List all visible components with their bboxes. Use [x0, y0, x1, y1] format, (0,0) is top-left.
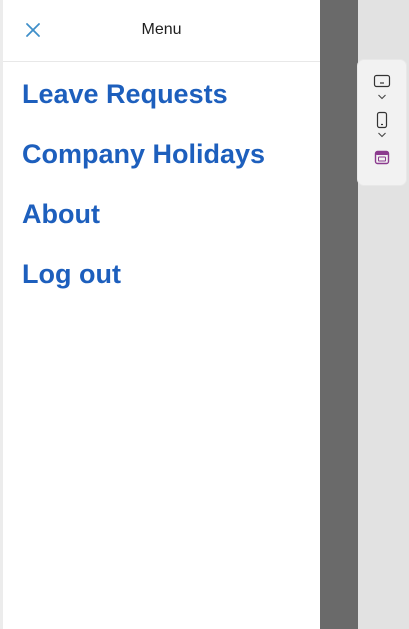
calendar-app-button[interactable]	[370, 148, 394, 168]
drawer-header: Menu	[3, 0, 320, 62]
menu-title: Menu	[141, 21, 182, 38]
backdrop-overlay[interactable]	[320, 0, 358, 629]
desktop-view-icon	[373, 74, 391, 100]
mobile-view-icon	[376, 111, 388, 138]
chevron-down-icon	[378, 94, 386, 100]
navigation-drawer: Menu Leave Requests Company Holidays Abo…	[0, 0, 320, 629]
menu-item-company-holidays[interactable]: Company Holidays	[22, 134, 265, 194]
menu-item-log-out[interactable]: Log out	[22, 254, 265, 314]
menu-list: Leave Requests Company Holidays About Lo…	[22, 74, 265, 314]
calendar-app-icon	[374, 150, 390, 165]
chevron-down-icon	[378, 132, 386, 138]
menu-item-leave-requests[interactable]: Leave Requests	[22, 74, 265, 134]
mobile-view-button[interactable]	[370, 108, 394, 142]
desktop-view-button[interactable]	[370, 72, 394, 102]
menu-item-about[interactable]: About	[22, 194, 265, 254]
preview-toolbar	[358, 60, 406, 185]
